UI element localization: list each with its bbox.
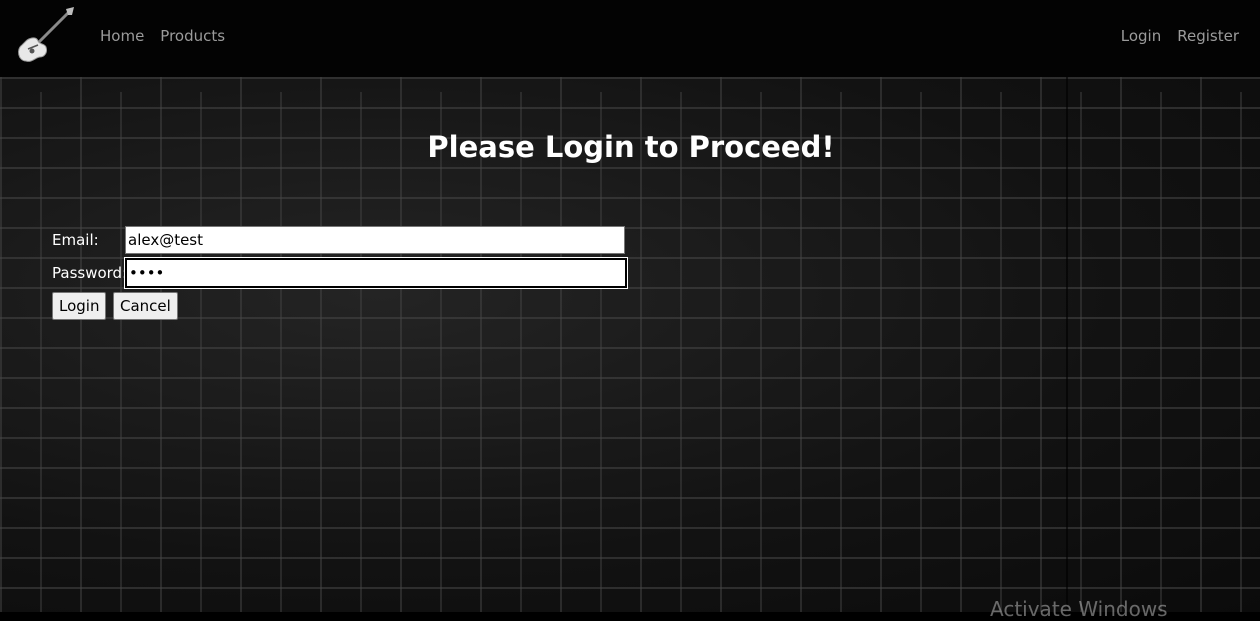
email-label: Email: — [52, 231, 99, 249]
password-row: Password: — [52, 257, 628, 290]
email-row: Email: — [52, 224, 628, 257]
cancel-button[interactable]: Cancel — [113, 292, 178, 320]
form-buttons: Login Cancel — [52, 292, 628, 324]
guitar-icon[interactable] — [14, 5, 76, 67]
activate-windows-watermark: Activate Windows — [990, 597, 1168, 621]
nav-login-link[interactable]: Login — [1121, 26, 1161, 46]
email-field[interactable] — [125, 226, 625, 254]
login-form: Email: Password: Login Cancel — [52, 224, 628, 324]
login-button[interactable]: Login — [52, 292, 107, 320]
top-navbar: Home Products Login Register — [0, 0, 1260, 77]
nav-products-link[interactable]: Products — [160, 26, 225, 46]
page-title: Please Login to Proceed! — [427, 130, 835, 164]
password-label: Password: — [52, 264, 128, 282]
nav-register-link[interactable]: Register — [1177, 26, 1239, 46]
nav-home-link[interactable]: Home — [100, 26, 144, 46]
password-field[interactable] — [124, 257, 628, 289]
